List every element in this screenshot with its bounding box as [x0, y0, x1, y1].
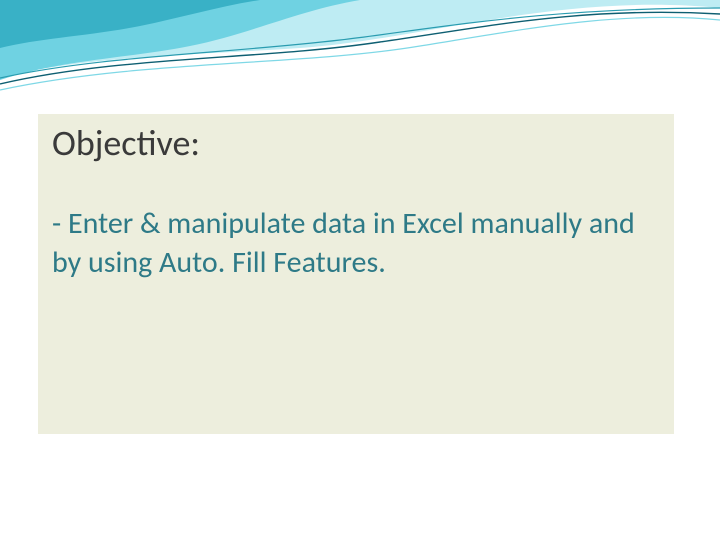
slide-body-text: - Enter & manipulate data in Excel manua… — [38, 165, 674, 282]
content-card: Objective: - Enter & manipulate data in … — [38, 114, 674, 434]
slide-title: Objective: — [38, 114, 674, 165]
slide: Objective: - Enter & manipulate data in … — [0, 0, 720, 540]
wave-decoration — [0, 0, 720, 110]
